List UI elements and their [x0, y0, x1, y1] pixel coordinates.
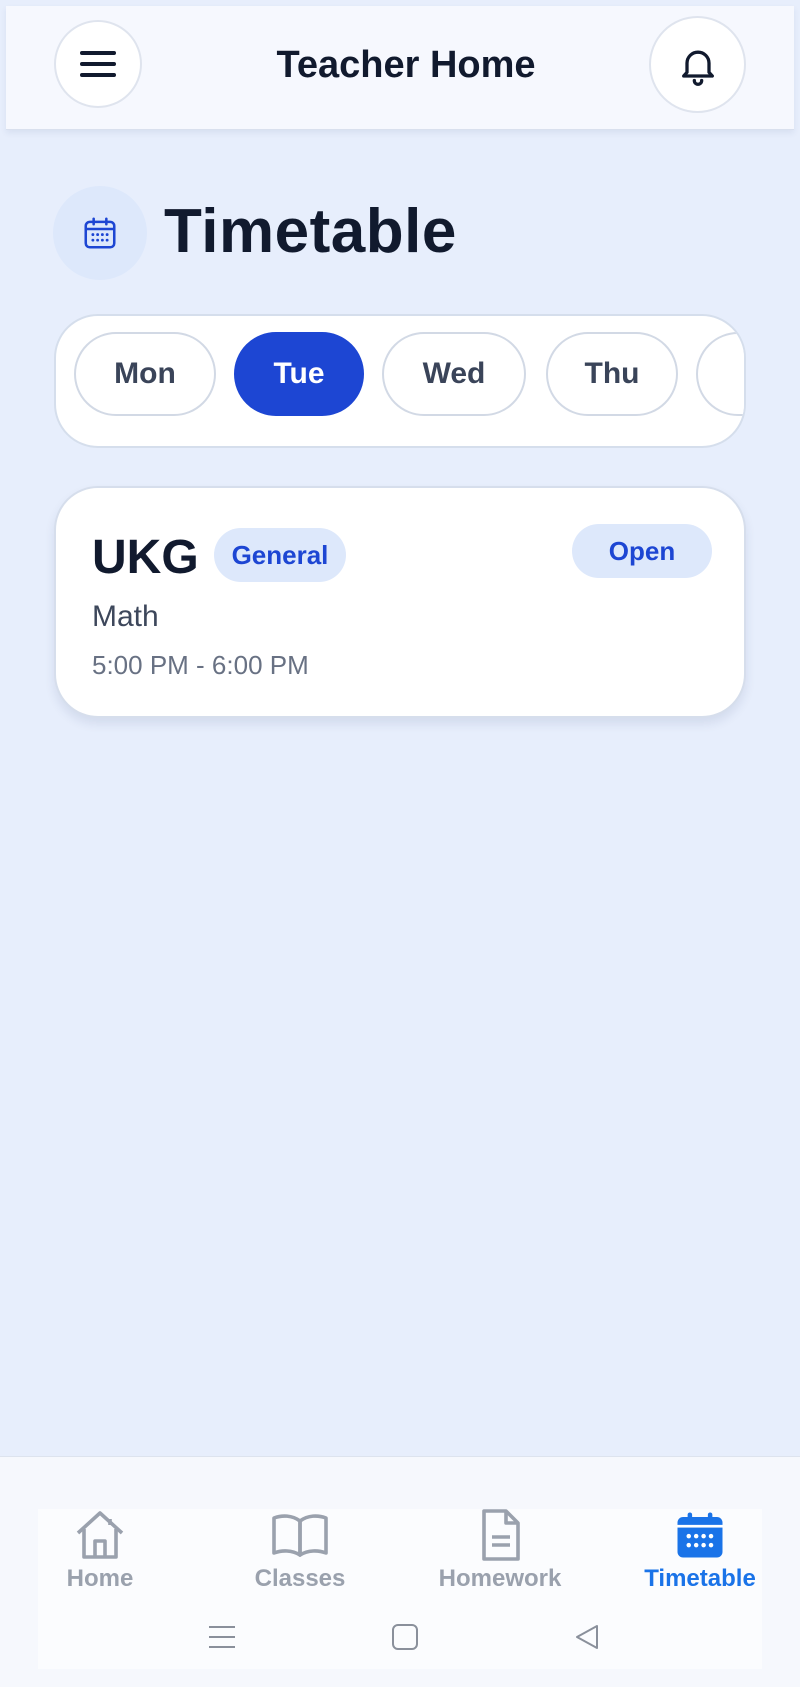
class-name: UKG [92, 531, 199, 584]
system-navigation-bar [0, 1604, 800, 1674]
day-tab-mon[interactable]: Mon [74, 332, 216, 416]
nav-label: Classes [254, 1565, 346, 1592]
home-icon [76, 1511, 124, 1559]
home-square-icon [392, 1624, 418, 1650]
nav-label: Timetable [644, 1565, 756, 1592]
day-tab-label: Tue [273, 357, 325, 390]
nav-item-timetable[interactable]: Timetable [600, 1507, 800, 1593]
calendar-icon [677, 1512, 723, 1558]
nav-item-homework[interactable]: Homework [400, 1507, 600, 1593]
day-selector[interactable]: Mon Tue Wed Thu [54, 314, 746, 448]
book-open-icon [272, 1514, 328, 1557]
section-badge: General [214, 528, 346, 582]
menu-button[interactable] [54, 20, 142, 108]
top-app-bar: Teacher Home [6, 6, 794, 130]
calendar-icon [84, 217, 116, 249]
day-tab-wed[interactable]: Wed [382, 332, 526, 416]
nav-item-classes[interactable]: Classes [200, 1507, 400, 1593]
day-tab-label: Wed [422, 357, 486, 390]
bell-icon [681, 50, 714, 86]
subject-label: Math [92, 600, 159, 633]
hamburger-menu-icon [80, 51, 116, 77]
header-title: Teacher Home [276, 44, 536, 86]
document-icon [482, 1509, 520, 1561]
nav-label: Home [66, 1565, 134, 1592]
class-card[interactable]: UKG General Open Math 5:00 PM - 6:00 PM [54, 486, 746, 718]
back-triangle-icon [576, 1625, 598, 1649]
nav-label: Homework [438, 1565, 562, 1592]
nav-item-home[interactable]: Home [0, 1507, 200, 1593]
page-title-badge [53, 186, 147, 280]
app-root: Teacher Home Timetable Mon Tue Wed Thu U… [0, 0, 800, 1687]
notifications-button[interactable] [649, 16, 746, 113]
open-button[interactable]: Open [572, 524, 712, 578]
day-tab-label: Mon [114, 357, 176, 390]
day-tab-thu[interactable]: Thu [546, 332, 678, 416]
day-tab-next[interactable] [696, 332, 744, 416]
day-tab-label: Thu [584, 357, 640, 390]
day-tab-tue[interactable]: Tue [234, 332, 364, 416]
back-system-button[interactable] [562, 1612, 612, 1662]
home-system-button[interactable] [380, 1612, 430, 1662]
recent-apps-icon [209, 1626, 235, 1648]
page-title: Timetable [164, 197, 457, 266]
recent-apps-button[interactable] [197, 1612, 247, 1662]
time-range: 5:00 PM - 6:00 PM [92, 650, 309, 680]
